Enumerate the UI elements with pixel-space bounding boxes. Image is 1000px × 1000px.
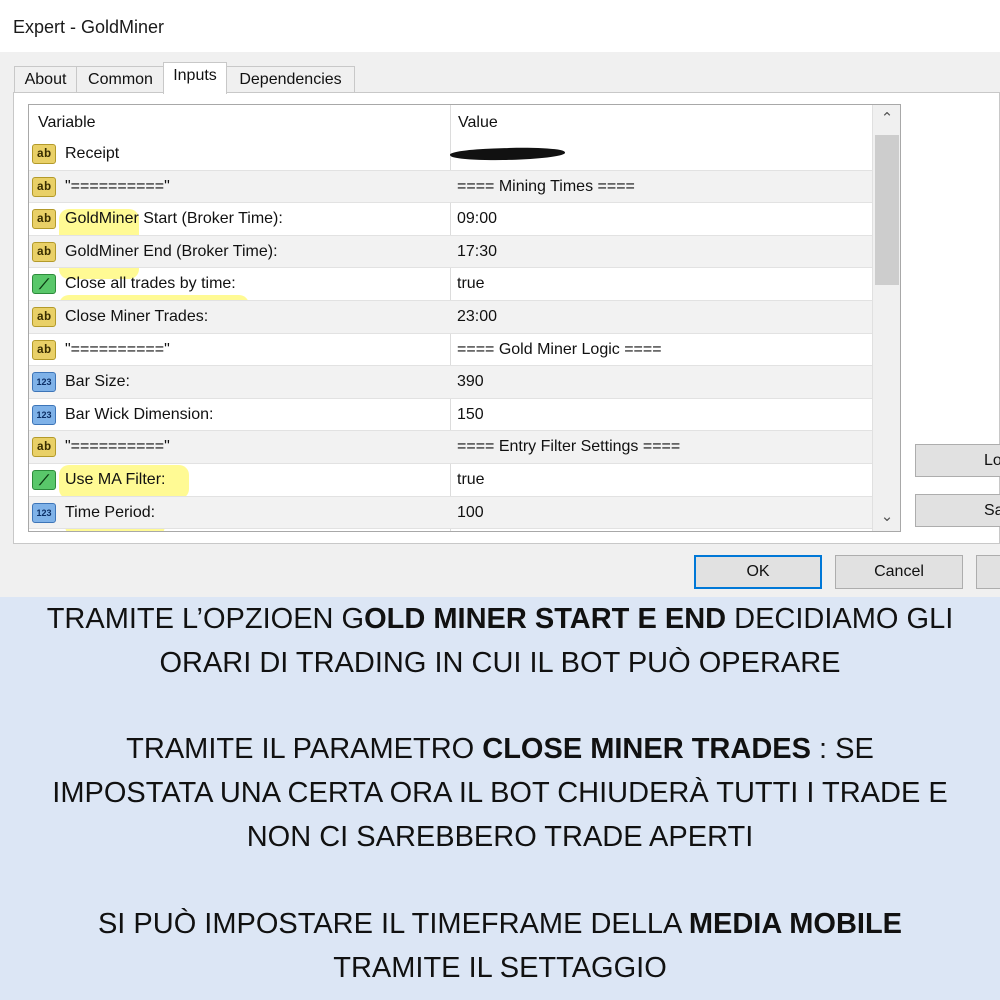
- caption-line: NON CI SAREBBERO TRADE APERTI: [246, 821, 754, 853]
- tab-dependencies[interactable]: Dependencies: [226, 66, 355, 93]
- tab-common[interactable]: Common: [76, 66, 165, 93]
- vertical-scrollbar[interactable]: ⌃ ⌄: [872, 105, 900, 531]
- variable-name: Close all trades by time:: [65, 275, 236, 293]
- table-row[interactable]: ab GoldMiner End (Broker Time): 17:30: [29, 235, 872, 269]
- variable-name: GoldMiner Start (Broker Time):: [65, 210, 283, 228]
- variable-value[interactable]: 17:30: [457, 243, 497, 261]
- variable-value[interactable]: ==== Mining Times ====: [457, 178, 635, 196]
- boolean-type-icon: ⟋: [32, 469, 56, 490]
- boolean-type-icon: ⟋: [32, 274, 56, 295]
- variable-value[interactable]: 150: [457, 406, 484, 424]
- table-row[interactable]: ⟋ Use MA Filter: true: [29, 464, 872, 497]
- variable-name: GoldMiner End (Broker Time):: [65, 242, 278, 260]
- variable-value[interactable]: 390: [457, 373, 484, 391]
- table-row[interactable]: 123 Bar Wick Dimension: 150: [29, 399, 872, 432]
- caption-line: TRAMITE IL PARAMETRO CLOSE MINER TRADES …: [126, 733, 874, 765]
- window-title: Expert - GoldMiner: [13, 17, 165, 37]
- variable-value[interactable]: ==== Entry Filter Settings ====: [457, 438, 680, 456]
- table-row[interactable]: ab Close Miner Trades: 23:00: [29, 300, 872, 334]
- integer-type-icon: 123: [32, 372, 56, 393]
- caption-paragraph: TRAMITE IL PARAMETRO CLOSE MINER TRADES …: [0, 727, 1000, 859]
- title-bar: Expert - GoldMiner: [0, 0, 1000, 52]
- variable-name: "==========": [65, 177, 170, 195]
- tab-inputs[interactable]: Inputs: [163, 62, 227, 94]
- integer-type-icon: 123: [32, 404, 56, 425]
- variable-value[interactable]: ==== Gold Miner Logic ====: [457, 341, 662, 359]
- variable-value[interactable]: 23:00: [457, 308, 497, 326]
- caption-line: SI PUÒ IMPOSTARE IL TIMEFRAME DELLA MEDI…: [97, 908, 903, 940]
- string-type-icon: ab: [32, 339, 56, 360]
- string-type-icon: ab: [32, 176, 56, 197]
- table-row[interactable]: ab "==========" ==== Mining Times ====: [29, 170, 872, 204]
- caption-line: TRAMITE IL SETTAGGIO: [333, 952, 667, 984]
- table-row[interactable]: ab "==========" ==== Entry Filter Settin…: [29, 431, 872, 464]
- tab-about[interactable]: About: [14, 66, 77, 93]
- load-button[interactable]: Lo: [915, 444, 1000, 477]
- variable-name: Time Period:: [65, 503, 156, 521]
- cancel-button[interactable]: Cancel: [835, 555, 963, 589]
- caption-paragraph: SI PUÒ IMPOSTARE IL TIMEFRAME DELLA MEDI…: [0, 902, 1000, 990]
- string-type-icon: ab: [32, 144, 56, 164]
- ok-button[interactable]: OK: [694, 555, 822, 589]
- variable-value[interactable]: 100: [457, 504, 484, 522]
- caption-line: TRAMITE L’OPZIOEN GOLD MINER START E END…: [46, 603, 954, 635]
- integer-type-icon: 123: [32, 502, 56, 523]
- table-row[interactable]: ab "==========" ==== Gold Miner Logic ==…: [29, 334, 872, 367]
- variable-value[interactable]: true: [457, 275, 485, 293]
- variable-name: "==========": [65, 438, 170, 456]
- variable-name: Use MA Filter:: [65, 470, 166, 488]
- string-type-icon: ab: [32, 306, 56, 327]
- grid-rows: ab Receipt ab "==========" ==== Mining T…: [29, 138, 872, 530]
- variable-name: Close Miner Trades:: [65, 307, 209, 325]
- caption-line: IMPOSTATA UNA CERTA ORA IL BOT CHIUDERÀ …: [52, 777, 948, 809]
- variable-value[interactable]: 09:00: [457, 210, 497, 228]
- save-button[interactable]: Sa: [915, 494, 1000, 527]
- explanation-caption: TRAMITE L’OPZIOEN GOLD MINER START E END…: [0, 597, 1000, 1000]
- scroll-up-arrow-icon[interactable]: ⌃: [873, 105, 900, 133]
- variable-name: Bar Size:: [65, 373, 130, 391]
- variable-value[interactable]: true: [457, 471, 485, 489]
- scroll-down-arrow-icon[interactable]: ⌄: [873, 503, 900, 531]
- table-row[interactable]: ab GoldMiner Start (Broker Time): 09:00: [29, 203, 872, 236]
- column-header-variable[interactable]: Variable: [38, 114, 96, 132]
- inputs-grid: Variable Value ab Receipt ab "==========…: [28, 104, 901, 532]
- string-type-icon: ab: [32, 209, 56, 230]
- variable-name: Receipt: [65, 145, 120, 162]
- table-row[interactable]: 123 Bar Size: 390: [29, 366, 872, 399]
- tab-strip: About Common Inputs Dependencies: [0, 52, 1000, 94]
- variable-name: "==========": [65, 340, 170, 358]
- variable-name: Bar Wick Dimension:: [65, 405, 214, 423]
- caption-line: ORARI DI TRADING IN CUI IL BOT PUÒ OPERA…: [159, 647, 841, 679]
- reset-button[interactable]: [976, 555, 1000, 589]
- column-header-value[interactable]: Value: [458, 114, 498, 132]
- expert-properties-window: Expert - GoldMiner About Common Inputs D…: [0, 0, 1000, 597]
- caption-paragraph: TRAMITE L’OPZIOEN GOLD MINER START E END…: [0, 597, 1000, 685]
- table-row[interactable]: ⟋ Close all trades by time: true: [29, 268, 872, 301]
- table-row[interactable]: 123 Time Period: 100: [29, 496, 872, 530]
- scroll-thumb[interactable]: [875, 135, 899, 285]
- string-type-icon: ab: [32, 437, 56, 458]
- string-type-icon: ab: [32, 241, 56, 262]
